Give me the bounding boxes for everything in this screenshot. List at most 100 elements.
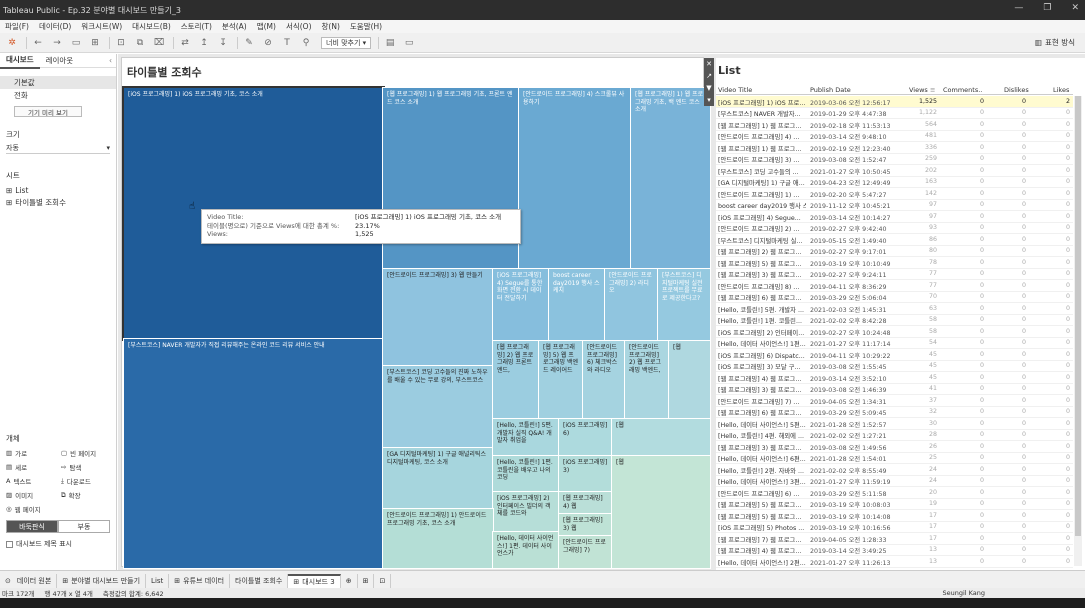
- header-likes[interactable]: Likes: [1053, 86, 1069, 94]
- table-row[interactable]: [Hello, 코틀린!] 4편. 해외에 ... 2021-02-02 오전 1…: [716, 430, 1073, 441]
- menu-window[interactable]: 창(N): [317, 21, 345, 32]
- treemap-box[interactable]: [웹 프로그래밍] 4) 웹: [558, 491, 613, 515]
- menu-help[interactable]: 도움말(H): [345, 21, 387, 32]
- table-row[interactable]: [iOS 프로그래밍] 2) 인터페이... 2019-02-27 오후 10:2…: [716, 326, 1073, 338]
- treemap-box[interactable]: [iOS 프로그래밍] 4) Segue를 통한 화면 전환 시 데이터 전달하…: [492, 268, 550, 342]
- table-row[interactable]: [안드로이드 프로그래밍] 8) ... 2019-04-11 오후 8:36:2…: [716, 280, 1073, 292]
- object-image[interactable]: ▨ 이미지: [6, 490, 61, 500]
- table-row[interactable]: [iOS 프로그래밍] 5) Photos ... 2019-03-19 오후 1…: [716, 522, 1073, 533]
- menu-dashboard[interactable]: 대시보드(B): [127, 21, 176, 32]
- menu-story[interactable]: 스토리(T): [176, 21, 217, 32]
- table-row[interactable]: [안드로이드 프로그래밍] 3) ... 2019-03-08 오전 1:52:4…: [716, 154, 1073, 165]
- table-row[interactable]: boost career day2019 행사 스... 2019-11-12 오…: [716, 200, 1073, 211]
- table-row[interactable]: [안드로이드 프로그래밍] 2) ... 2019-02-27 오후 9:42:4…: [716, 223, 1073, 234]
- table-row[interactable]: [웹 프로그래밍] 4) 웹 프로그... 2019-03-14 오전 3:49:…: [716, 545, 1073, 556]
- table-row[interactable]: [웹 프로그래밍] 5) 웹 프로그... 2019-03-19 오후 10:10…: [716, 257, 1073, 269]
- floating-button[interactable]: 부동: [58, 520, 110, 533]
- table-row[interactable]: [Hello, 코틀린!] 1편. 코틀린... 2021-02-02 오후 8:…: [716, 315, 1073, 326]
- minimize-button[interactable]: —: [1014, 3, 1023, 13]
- table-row[interactable]: [iOS 프로그래밍] 4) Segue... 2019-03-14 오전 10:…: [716, 211, 1073, 223]
- tab-layout[interactable]: 레이아웃: [40, 54, 80, 68]
- treemap-box[interactable]: [Hello, 코틀린!] 5편. 개발자 실직 Q&A! 개발자 취업을: [492, 418, 560, 457]
- new-worksheet-icon[interactable]: ⊕: [341, 574, 358, 588]
- close-button[interactable]: ✕: [1071, 3, 1079, 13]
- table-row[interactable]: [안드로이드 프로그래밍] 4) ... 2019-03-14 오전 9:48:1…: [716, 131, 1073, 142]
- treemap-box[interactable]: [웹 프로그래밍] 3) 웹: [558, 513, 613, 537]
- tab-data-source[interactable]: ⊙ 데이터 원본: [0, 574, 58, 588]
- treemap-box[interactable]: [iOS 프로그래밍] 3): [558, 455, 613, 493]
- table-row[interactable]: [Hello, 데이터 사이언스!] 3편... 2021-01-27 오후 11…: [716, 476, 1073, 487]
- table-row[interactable]: [Hello, 데이터 사이언스!] 2편... 2021-01-27 오후 11…: [716, 556, 1073, 568]
- object-text[interactable]: A 텍스트: [6, 476, 61, 486]
- new-sheet-icon[interactable]: ⊡: [113, 36, 129, 50]
- sort-desc-icon[interactable]: ↧: [215, 36, 231, 50]
- presentation-icon[interactable]: ▭: [401, 36, 417, 50]
- menu-format[interactable]: 서식(O): [281, 21, 317, 32]
- sort-asc-icon[interactable]: ↥: [196, 36, 212, 50]
- treemap-box[interactable]: [iOS 프로그래밍] 2) 인터페이스 빌더의 객체를 코드와: [492, 491, 560, 533]
- tableau-logo-icon[interactable]: ✲: [4, 36, 20, 50]
- treemap-box[interactable]: [iOS 프로그래밍] 6): [558, 418, 613, 457]
- header-video-title[interactable]: Video Title: [718, 86, 752, 94]
- tab-sheet[interactable]: List: [146, 574, 170, 588]
- undo-icon[interactable]: ←: [30, 36, 46, 50]
- treemap-box[interactable]: [웹: [611, 418, 711, 457]
- treemap-box[interactable]: [웹 프로그래밍] 2) 웹 프로그래밍 프론트 엔드,: [492, 340, 540, 420]
- duplicate-icon[interactable]: ⧉: [132, 36, 148, 50]
- table-row[interactable]: [웹 프로그래밍] 1) 웹 프로그... 2019-02-19 오전 12:23…: [716, 142, 1073, 154]
- treemap-box[interactable]: boost career day2019 행사 스케치: [548, 268, 606, 342]
- more-options-icon[interactable]: ▾: [707, 96, 711, 104]
- header-publish-date[interactable]: Publish Date: [810, 86, 851, 94]
- new-dashboard-icon[interactable]: ⊞: [358, 574, 375, 588]
- object-navigation[interactable]: ⇨ 탐색: [61, 462, 116, 472]
- object-blank[interactable]: ▢ 빈 페이지: [61, 448, 116, 458]
- redo-icon[interactable]: →: [49, 36, 65, 50]
- table-row[interactable]: [Hello, 데이터 사이언스!] 1편... 2021-01-27 오후 11…: [716, 338, 1073, 349]
- treemap-box[interactable]: [안드로이드 프로그래밍] 3) 웹 만들기: [382, 268, 494, 367]
- object-extension[interactable]: ⧉ 확장: [61, 490, 116, 501]
- user-name[interactable]: Seungil Kang: [942, 589, 985, 597]
- filter-icon[interactable]: ▼: [706, 84, 711, 92]
- header-dislikes[interactable]: Dislikes: [1004, 86, 1029, 94]
- treemap-box[interactable]: [안드로이드 프로그래밍] 6) 체크박스와 라디오: [582, 340, 626, 420]
- device-preview-button[interactable]: 기기 미리 보기: [14, 106, 82, 117]
- menu-data[interactable]: 데이터(D): [34, 21, 76, 32]
- treemap-box[interactable]: [안드로이드 프로그래밍] 4) 스크롤뷰 사용하기: [518, 87, 632, 270]
- show-cards-icon[interactable]: ▤: [382, 36, 398, 50]
- clear-icon[interactable]: ⌧: [151, 36, 167, 50]
- goto-sheet-icon[interactable]: ↗: [706, 72, 712, 80]
- table-row[interactable]: [웹 프로그래밍] 7) 웹 프로그... 2019-04-05 오전 1:28:…: [716, 533, 1073, 545]
- table-row[interactable]: [Hello, 코틀린!] 2편. 자바와 ... 2021-02-02 오후 8…: [716, 464, 1073, 476]
- label-icon[interactable]: T: [279, 36, 295, 50]
- table-row[interactable]: [안드로이드 프로그래밍] 7) ... 2019-04-05 오전 1:34:3…: [716, 395, 1073, 407]
- treemap-box[interactable]: [부스트코스] 코딩 고수들의 진짜 노하우를 배울 수 있는 무료 강의, 부…: [382, 365, 494, 449]
- table-row[interactable]: [웹 프로그래밍] 4) 웹 프로그... 2019-03-14 오전 3:52:…: [716, 372, 1073, 384]
- table-row[interactable]: [GA 디지털마케팅] 1) 구글 애... 2019-04-23 오전 12:4…: [716, 177, 1073, 188]
- table-row[interactable]: [Hello, 데이터 사이언스!] 6편... 2021-01-28 오전 1:…: [716, 453, 1073, 464]
- table-row[interactable]: [iOS 프로그래밍] 6) Dispatc... 2019-04-11 오후 1…: [716, 349, 1073, 361]
- treemap-box[interactable]: [안드로이드 프로그래밍] 2) 웹 프로그래밍 백엔드,: [624, 340, 670, 420]
- treemap-box[interactable]: [웹 프로그래밍] 1) 웹 프로그래밍 기초, 백 엔드 코스 소개: [630, 87, 711, 270]
- fit-select[interactable]: 너비 맞추기 ▾: [321, 36, 372, 49]
- table-row[interactable]: [웹 프로그래밍] 5) 웹 프로그... 2019-03-19 오후 10:14…: [716, 510, 1073, 522]
- table-row[interactable]: [Hello, 데이터 사이언스!] 5편... 2021-01-28 오전 1:…: [716, 418, 1073, 430]
- treemap-box[interactable]: [웹 프로그래밍] 5) 웹 프로그래밍 백엔드 레이어드: [538, 340, 584, 420]
- header-views[interactable]: Views: [909, 86, 928, 94]
- close-icon[interactable]: ✕: [706, 60, 712, 68]
- treemap-box[interactable]: [웹: [668, 340, 711, 420]
- menu-analysis[interactable]: 분석(A): [217, 21, 252, 32]
- swap-icon[interactable]: ⇄: [177, 36, 193, 50]
- table-row[interactable]: [웹 프로그래밍] 3) 웹 프로그... 2019-03-08 오전 1:49:…: [716, 441, 1073, 453]
- treemap-box[interactable]: [안드로이드 프로그래밍] 1) 안드로이드 프로그래밍 기초, 코스 소개: [382, 508, 494, 569]
- treemap-box[interactable]: [부스트코스] 디지털마케팅 실전 프로젝트를 무료로 제공한다고?: [657, 268, 711, 342]
- tiled-button[interactable]: 바둑판식: [6, 520, 58, 533]
- object-webpage[interactable]: ◎ 웹 페이지: [6, 504, 61, 514]
- table-row[interactable]: [웹 프로그래밍] 3) 웹 프로그... 2019-03-08 오전 1:46:…: [716, 384, 1073, 395]
- sheet-item-list[interactable]: ⊞ List: [0, 185, 116, 196]
- sheet-item-title-views[interactable]: ⊞ 타이틀별 조회수: [0, 196, 116, 209]
- show-title-checkbox[interactable]: 대시보드 제목 표시: [0, 539, 116, 549]
- header-comments[interactable]: Comments..: [943, 86, 982, 94]
- treemap-box[interactable]: [안드로이드 프로그래밍] 2) 라디오: [604, 268, 659, 342]
- table-row[interactable]: [iOS 프로그래밍] 1) iOS 프로... 2019-03-06 오전 12…: [716, 96, 1073, 108]
- tab-sheet[interactable]: 타이틀별 조회수: [230, 574, 289, 588]
